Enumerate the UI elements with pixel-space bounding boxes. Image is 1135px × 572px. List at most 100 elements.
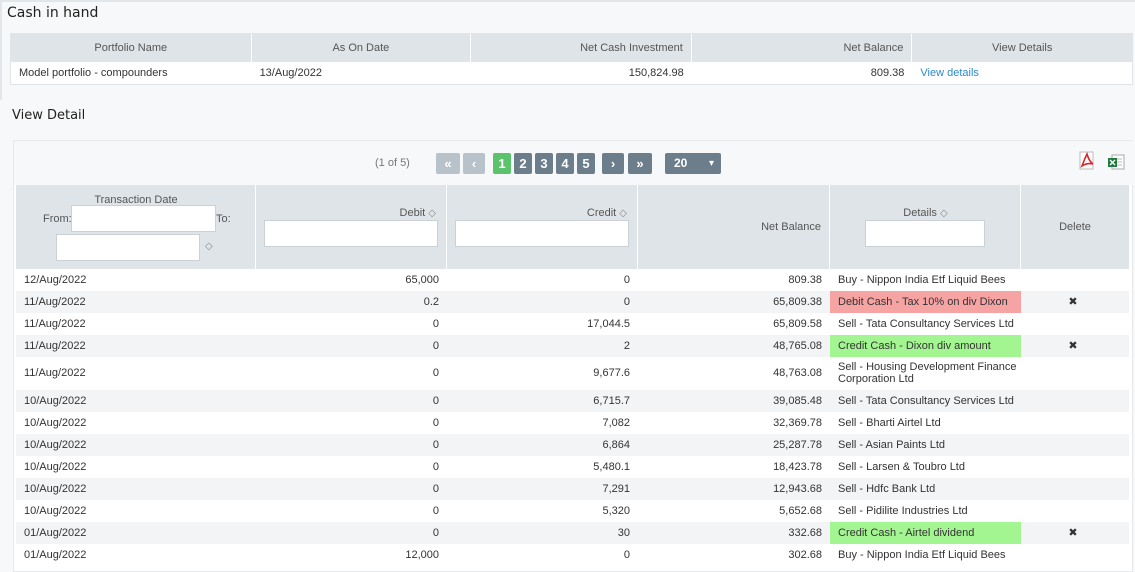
row-debit: 0.2 <box>423 296 439 308</box>
table-row: 11/Aug/2022 0 2 48,765.08 Credit Cash - Dixo… <box>16 335 1129 357</box>
from-label: From: <box>43 213 72 225</box>
details-header-label[interactable]: Details ◇ <box>830 207 1021 219</box>
page-5-button[interactable]: 5 <box>577 153 595 174</box>
row-details: Sell - Larsen & Toubro Ltd <box>838 461 965 473</box>
paginator: (1 of 5) « ‹ 1 2 3 4 5 › » 20 ▾ <box>14 141 1134 185</box>
row-credit: 0 <box>623 549 630 561</box>
to-label: To: <box>216 213 231 225</box>
row-net-balance: 12,943.68 <box>773 483 822 495</box>
row-date: 10/Aug/2022 <box>24 417 87 429</box>
row-net-balance: 25,287.78 <box>773 439 822 451</box>
row-details: Credit Cash - Airtel dividend <box>830 522 1021 544</box>
table-row: 10/Aug/2022 0 7,082 32,369.78 Sell - Bharti … <box>16 412 1129 434</box>
row-date: 10/Aug/2022 <box>24 439 87 451</box>
col-net-cash-investment: Net Cash Investment <box>471 34 692 62</box>
row-net-balance: 65,809.58 <box>773 318 822 330</box>
portfolio-name: Model portfolio - compounders <box>19 67 168 79</box>
left-divider <box>0 0 2 100</box>
date-sort-icon[interactable]: ◇ <box>205 241 213 252</box>
from-date-input[interactable] <box>71 205 216 232</box>
last-page-button[interactable]: » <box>628 153 652 174</box>
details-sort-icon: ◇ <box>939 208 948 219</box>
to-date-input[interactable] <box>56 234 200 261</box>
summary-header: Portfolio Name As On Date Net Cash Inves… <box>11 34 1132 62</box>
row-debit: 12,000 <box>405 549 439 561</box>
delete-icon[interactable]: ✖ <box>1066 291 1080 313</box>
row-debit: 0 <box>432 340 439 352</box>
view-detail-panel: (1 of 5) « ‹ 1 2 3 4 5 › » 20 ▾ Transact… <box>13 140 1134 572</box>
table-row: 11/Aug/2022 0 9,677.6 48,763.08 Sell - Housi… <box>16 357 1129 390</box>
delete-icon[interactable]: ✖ <box>1066 335 1080 357</box>
top-divider <box>0 0 1135 2</box>
row-net-balance: 5,652.68 <box>779 505 822 517</box>
cash-in-hand-title: Cash in hand <box>7 5 99 21</box>
row-credit: 5,320 <box>602 505 630 517</box>
row-details: Sell - Tata Consultancy Services Ltd <box>838 318 1014 330</box>
row-debit: 0 <box>432 483 439 495</box>
details-filter-input[interactable] <box>865 220 985 247</box>
header-net-balance: Net Balance <box>638 185 830 269</box>
row-credit: 7,291 <box>602 483 630 495</box>
view-detail-title: View Detail <box>12 108 86 123</box>
first-page-button[interactable]: « <box>436 153 460 174</box>
row-details: Debit Cash - Tax 10% on div Dixon <box>830 291 1021 313</box>
delete-icon[interactable]: ✖ <box>1066 522 1080 544</box>
row-credit: 6,864 <box>602 439 630 451</box>
chevron-down-icon: ▾ <box>708 158 714 169</box>
table-row: 10/Aug/2022 0 6,715.7 39,085.48 Sell - Tata … <box>16 390 1129 412</box>
credit-header-label[interactable]: Credit ◇ <box>587 207 627 219</box>
row-date: 10/Aug/2022 <box>24 505 87 517</box>
excel-export-icon[interactable] <box>1107 153 1125 171</box>
row-details: Sell - Asian Paints Ltd <box>838 439 946 451</box>
header-credit: Credit ◇ <box>447 185 638 269</box>
header-debit: Debit ◇ <box>256 185 447 269</box>
net-cash-investment: 150,824.98 <box>628 67 684 79</box>
row-net-balance: 18,423.78 <box>773 461 822 473</box>
table-row: 11/Aug/2022 0 17,044.5 65,809.58 Sell - Tata… <box>16 313 1129 335</box>
page-1-button[interactable]: 1 <box>493 153 511 174</box>
net-balance: 809.38 <box>870 67 905 79</box>
table-row: 10/Aug/2022 0 6,864 25,287.78 Sell - Asian P… <box>16 434 1129 456</box>
row-debit: 0 <box>432 527 439 539</box>
row-credit: 30 <box>617 527 630 539</box>
page-4-button[interactable]: 4 <box>556 153 574 174</box>
next-page-button[interactable]: › <box>602 153 624 174</box>
row-date: 11/Aug/2022 <box>24 318 86 330</box>
row-date: 10/Aug/2022 <box>24 395 87 407</box>
row-date: 10/Aug/2022 <box>24 483 87 495</box>
row-net-balance: 65,809.38 <box>773 296 822 308</box>
page-info: (1 of 5) <box>375 157 410 169</box>
as-on-date: 13/Aug/2022 <box>259 67 322 79</box>
row-details: Sell - Housing Development Finance Corpo… <box>838 361 1017 385</box>
row-date: 01/Aug/2022 <box>24 549 87 561</box>
table-row: 10/Aug/2022 0 5,480.1 18,423.78 Sell - Larse… <box>16 456 1129 478</box>
table-row: 12/Aug/2022 65,000 0 809.38 Buy - Nippon Ind… <box>16 269 1129 291</box>
row-debit: 0 <box>432 318 439 330</box>
row-debit: 0 <box>432 505 439 517</box>
debit-header-label[interactable]: Debit ◇ <box>400 207 436 219</box>
row-date: 10/Aug/2022 <box>24 461 87 473</box>
pdf-export-icon[interactable] <box>1078 151 1096 171</box>
row-date: 11/Aug/2022 <box>24 296 86 308</box>
row-debit: 0 <box>432 417 439 429</box>
view-details-link[interactable]: View details <box>920 67 979 79</box>
col-view-details: View Details <box>992 42 1053 54</box>
col-portfolio-name: Portfolio Name <box>11 34 252 62</box>
row-date: 11/Aug/2022 <box>24 367 86 379</box>
rows-per-page-select[interactable]: 20 ▾ <box>665 153 721 174</box>
table-row: 01/Aug/2022 0 30 332.68 Credit Cash - Airtel… <box>16 522 1129 544</box>
table-row: 11/Aug/2022 0.2 0 65,809.38 Debit Cash - Tax… <box>16 291 1129 313</box>
net-balance-header-label: Net Balance <box>761 221 821 233</box>
credit-filter-input[interactable] <box>455 220 629 247</box>
page-3-button[interactable]: 3 <box>535 153 553 174</box>
transactions-list: 12/Aug/2022 65,000 0 809.38 Buy - Nippon Ind… <box>16 269 1129 566</box>
row-net-balance: 332.68 <box>788 527 822 539</box>
debit-filter-input[interactable] <box>264 220 438 247</box>
row-net-balance: 809.38 <box>788 274 822 286</box>
grid-header: Transaction Date From: To: ◇ Debit ◇ Cre… <box>16 185 1129 269</box>
row-debit: 0 <box>432 395 439 407</box>
prev-page-button[interactable]: ‹ <box>463 153 485 174</box>
row-debit: 65,000 <box>405 274 439 286</box>
row-date: 01/Aug/2022 <box>24 527 87 539</box>
page-2-button[interactable]: 2 <box>514 153 532 174</box>
